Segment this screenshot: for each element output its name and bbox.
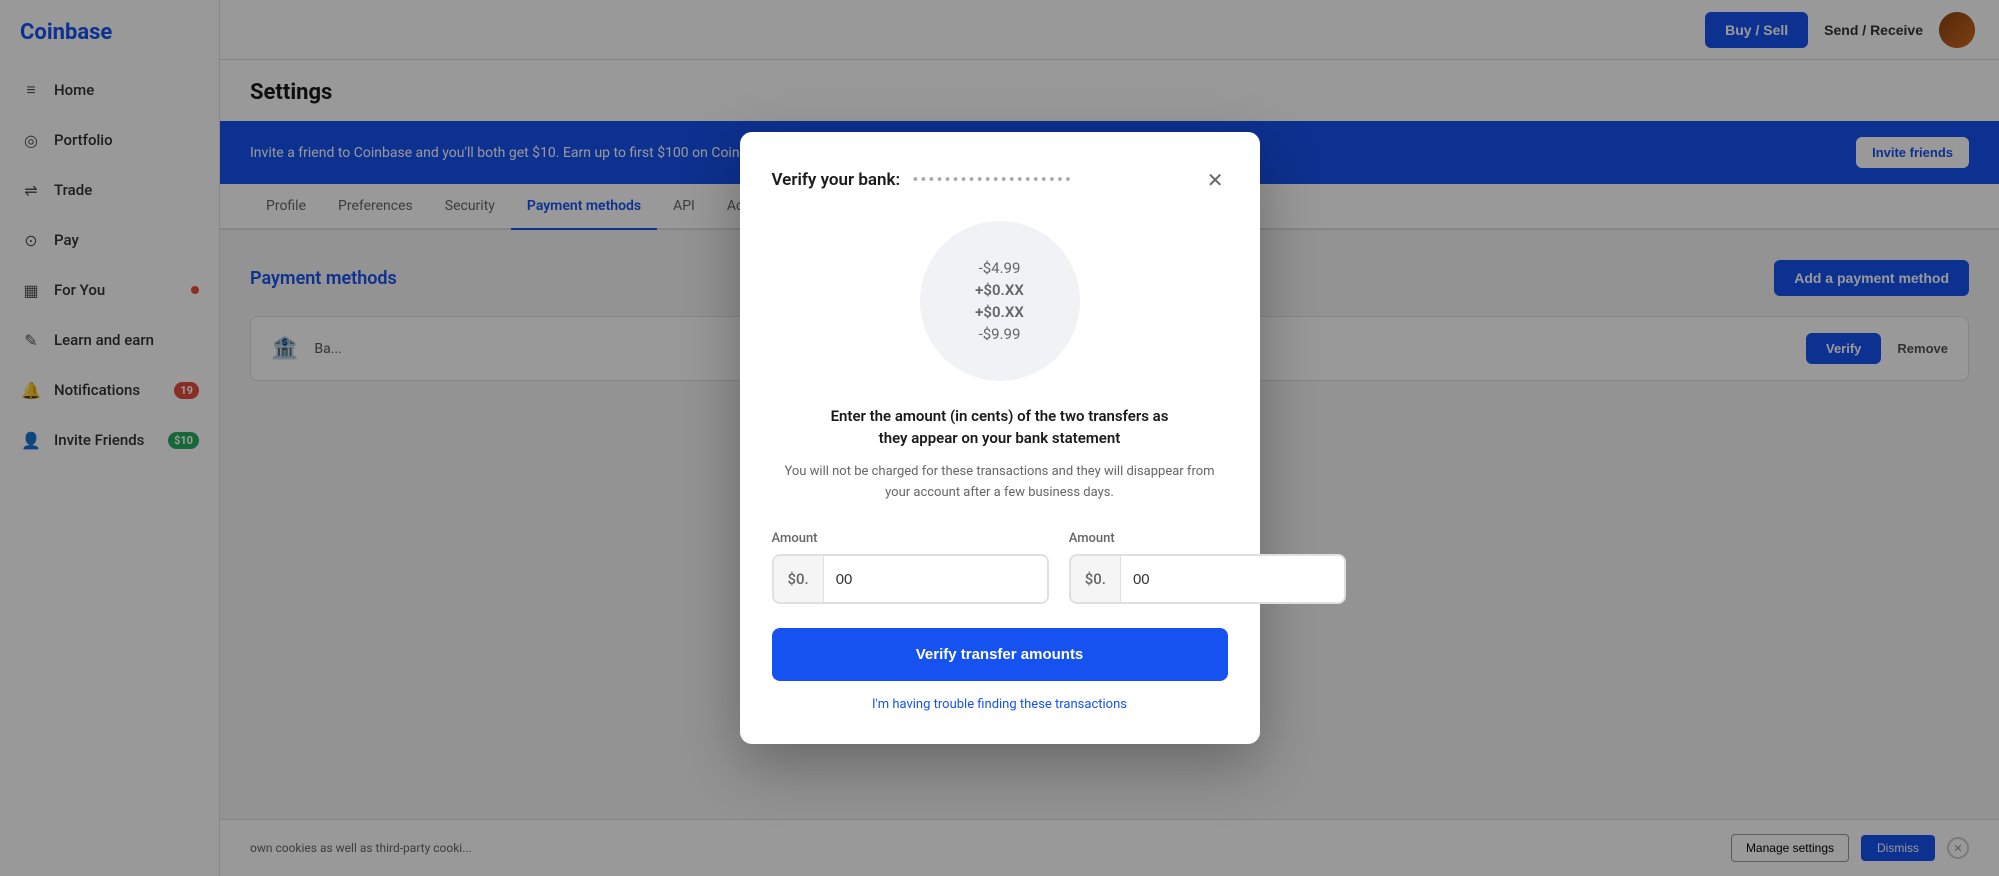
tx-value-4: -$9.99 xyxy=(979,325,1021,343)
amount-group-2: Amount $0. xyxy=(1069,531,1346,604)
modal-description-main: Enter the amount (in cents) of the two t… xyxy=(772,405,1228,450)
tx-value-3: +$0.XX xyxy=(975,303,1024,321)
trouble-link[interactable]: I'm having trouble finding these transac… xyxy=(772,697,1228,712)
modal-title: Verify your bank: •••••••••••••••••••• xyxy=(772,170,1073,190)
amount-input-row-2: $0. xyxy=(1069,554,1346,604)
tx-value-1: -$4.99 xyxy=(979,259,1021,277)
amount-group-1: Amount $0. xyxy=(772,531,1049,604)
verify-bank-modal: Verify your bank: •••••••••••••••••••• ✕… xyxy=(740,132,1260,745)
modal-bank-name: •••••••••••••••••••• xyxy=(912,170,1073,190)
amount-input-1[interactable] xyxy=(824,556,1047,602)
amount-input-row-1: $0. xyxy=(772,554,1049,604)
amount-prefix-1: $0. xyxy=(774,556,824,602)
amount-prefix-2: $0. xyxy=(1071,556,1121,602)
amount-label-1: Amount xyxy=(772,531,1049,546)
modal-overlay: Verify your bank: •••••••••••••••••••• ✕… xyxy=(0,0,1999,876)
amount-fields: Amount $0. Amount $0. xyxy=(772,531,1228,604)
tx-value-2: +$0.XX xyxy=(975,281,1024,299)
modal-close-button[interactable]: ✕ xyxy=(1203,164,1228,197)
amount-input-2[interactable] xyxy=(1121,556,1344,602)
modal-description-sub: You will not be charged for these transa… xyxy=(772,462,1228,504)
transaction-visual: -$4.99 +$0.XX +$0.XX -$9.99 xyxy=(920,221,1080,381)
modal-header: Verify your bank: •••••••••••••••••••• ✕ xyxy=(772,164,1228,197)
verify-transfer-button[interactable]: Verify transfer amounts xyxy=(772,628,1228,681)
amount-label-2: Amount xyxy=(1069,531,1346,546)
